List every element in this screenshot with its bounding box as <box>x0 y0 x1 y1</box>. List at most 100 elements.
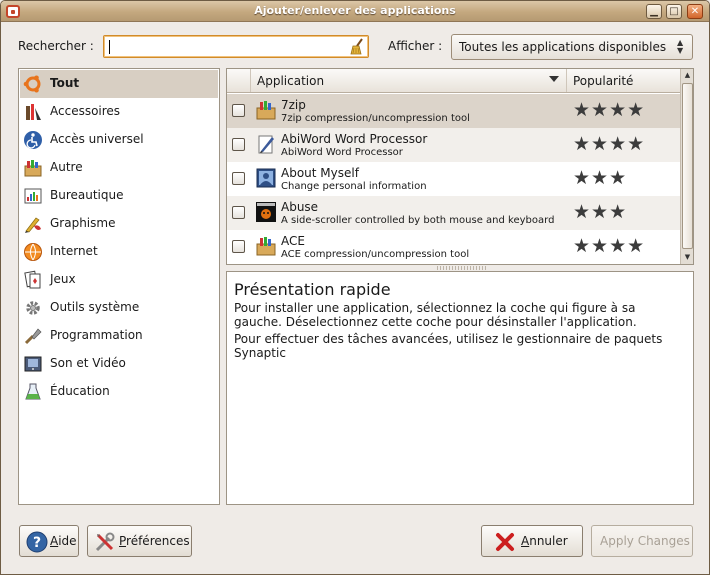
text-cursor <box>109 40 110 54</box>
tools-icon <box>95 532 115 552</box>
category-label: Éducation <box>50 384 110 398</box>
install-checkbox[interactable] <box>232 240 245 253</box>
category-item-programmation[interactable]: Programmation <box>20 322 218 350</box>
app-description: AbiWord Word Processor <box>281 147 403 158</box>
popularity-stars: ★★★★ <box>573 133 646 155</box>
accessibility-icon <box>24 131 42 149</box>
category-item-autre[interactable]: Autre <box>20 154 218 182</box>
ubuntu-logo-icon <box>23 75 41 93</box>
app-description: A side-scroller controlled by both mouse… <box>281 215 555 226</box>
archive-box-icon <box>256 101 276 120</box>
search-field[interactable] <box>103 35 369 58</box>
list-header: Application Popularité <box>227 69 680 93</box>
abiword-pen-icon <box>258 135 274 154</box>
table-row[interactable]: ACE ACE compression/uncompression tool ★… <box>227 230 680 264</box>
install-checkbox[interactable] <box>232 104 245 117</box>
minimize-button[interactable]: ▁ <box>646 4 662 19</box>
app-name: AbiWord Word Processor <box>281 132 428 146</box>
help-icon: ? <box>26 531 48 553</box>
column-header-checkbox[interactable] <box>227 69 251 92</box>
app-description: Change personal information <box>281 181 427 192</box>
sound-video-icon <box>24 356 42 372</box>
category-label: Autre <box>50 160 83 174</box>
scroll-up-icon[interactable]: ▲ <box>682 70 693 81</box>
clear-broom-icon[interactable] <box>349 38 365 55</box>
category-label: Accessoires <box>50 104 121 118</box>
column-header-popularity[interactable]: Popularité <box>567 69 680 92</box>
maximize-button[interactable]: □ <box>666 4 682 19</box>
apply-changes-label: Apply Changes <box>600 534 690 548</box>
category-label: Programmation <box>50 328 143 342</box>
install-checkbox[interactable] <box>232 138 245 151</box>
app-name: Abuse <box>281 200 319 214</box>
sort-descending-icon <box>549 76 559 82</box>
category-item-accessoires[interactable]: Accessoires <box>20 98 218 126</box>
scroll-down-icon[interactable]: ▼ <box>682 252 693 263</box>
category-label: Accès universel <box>50 132 144 146</box>
preferences-label: Préférences <box>119 534 190 548</box>
window-title: Ajouter/enlever des applications <box>254 4 456 17</box>
cancel-label: Annuler <box>521 534 568 548</box>
search-input[interactable] <box>107 38 347 55</box>
cancel-x-icon <box>496 533 514 551</box>
system-tools-icon <box>26 301 40 315</box>
category-item-education[interactable]: Éducation <box>20 378 218 406</box>
app-name: ACE <box>281 234 305 248</box>
category-label: Outils système <box>50 300 140 314</box>
app-name: 7zip <box>281 98 306 112</box>
category-item-jeux[interactable]: Jeux <box>20 266 218 294</box>
category-item-internet[interactable]: Internet <box>20 238 218 266</box>
table-row[interactable]: 7zip 7zip compression/uncompression tool… <box>227 94 680 128</box>
app-description: 7zip compression/uncompression tool <box>281 113 470 124</box>
title-bar[interactable]: Ajouter/enlever des applications ▁ □ ✕ <box>1 1 709 22</box>
scrollbar-thumb[interactable] <box>682 83 693 249</box>
description-paragraph: Pour installer une application, sélectio… <box>234 301 637 329</box>
updown-arrows-icon: ▲ ▼ <box>677 38 684 55</box>
column-header-application[interactable]: Application <box>251 69 567 92</box>
close-button[interactable]: ✕ <box>687 4 703 19</box>
category-label: Son et Vidéo <box>50 356 126 370</box>
category-item-acces-universel[interactable]: Accès universel <box>20 126 218 154</box>
popularity-stars: ★★★★ <box>573 99 646 121</box>
table-row[interactable]: About Myself Change personal information… <box>227 162 680 196</box>
install-checkbox[interactable] <box>232 172 245 185</box>
category-item-outils-systeme[interactable]: Outils système <box>20 294 218 322</box>
table-row[interactable]: AbiWord Word Processor AbiWord Word Proc… <box>227 128 680 162</box>
preferences-button[interactable]: Préférences <box>87 525 192 557</box>
popularity-stars: ★★★ <box>573 201 628 223</box>
category-label: Bureautique <box>50 188 124 202</box>
app-name: About Myself <box>281 166 359 180</box>
programming-icon <box>24 328 42 345</box>
app-description: ACE compression/uncompression tool <box>281 249 470 260</box>
abuse-game-icon <box>256 202 276 222</box>
show-filter-select[interactable]: Toutes les applications disponibles ▲ ▼ <box>451 34 693 60</box>
other-icon <box>24 160 42 177</box>
column-header-label: Application <box>257 74 325 88</box>
search-label: Rechercher : <box>18 39 94 53</box>
minimize-icon: ▁ <box>650 6 658 17</box>
vertical-scrollbar[interactable]: ▲ ▼ <box>680 69 693 264</box>
table-row[interactable]: Abuse A side-scroller controlled by both… <box>227 196 680 230</box>
popularity-stars: ★★★ <box>573 167 628 189</box>
category-item-tout[interactable]: Tout <box>20 70 218 98</box>
svg-text:?: ? <box>33 535 41 551</box>
archive-box-icon <box>256 237 276 256</box>
office-icon <box>24 188 42 204</box>
category-item-graphisme[interactable]: Graphisme <box>20 210 218 238</box>
about-me-card-icon <box>256 168 276 188</box>
category-item-son-et-video[interactable]: Son et Vidéo <box>20 350 218 378</box>
cancel-button[interactable]: Annuler <box>481 525 583 557</box>
apply-changes-button[interactable]: Apply Changes <box>591 525 693 557</box>
column-header-label: Popularité <box>573 74 634 88</box>
category-list: Tout Accessoires Accès universel Autre B… <box>18 68 220 505</box>
help-button[interactable]: ? Aide <box>19 525 79 557</box>
pane-splitter-handle[interactable] <box>437 266 487 270</box>
description-title: Présentation rapide <box>234 280 391 299</box>
show-label: Afficher : <box>388 39 443 53</box>
category-label: Graphisme <box>50 216 116 230</box>
graphics-icon <box>25 217 41 233</box>
accessories-icon <box>26 104 41 120</box>
category-item-bureautique[interactable]: Bureautique <box>20 182 218 210</box>
category-label: Tout <box>50 76 80 90</box>
install-checkbox[interactable] <box>232 206 245 219</box>
